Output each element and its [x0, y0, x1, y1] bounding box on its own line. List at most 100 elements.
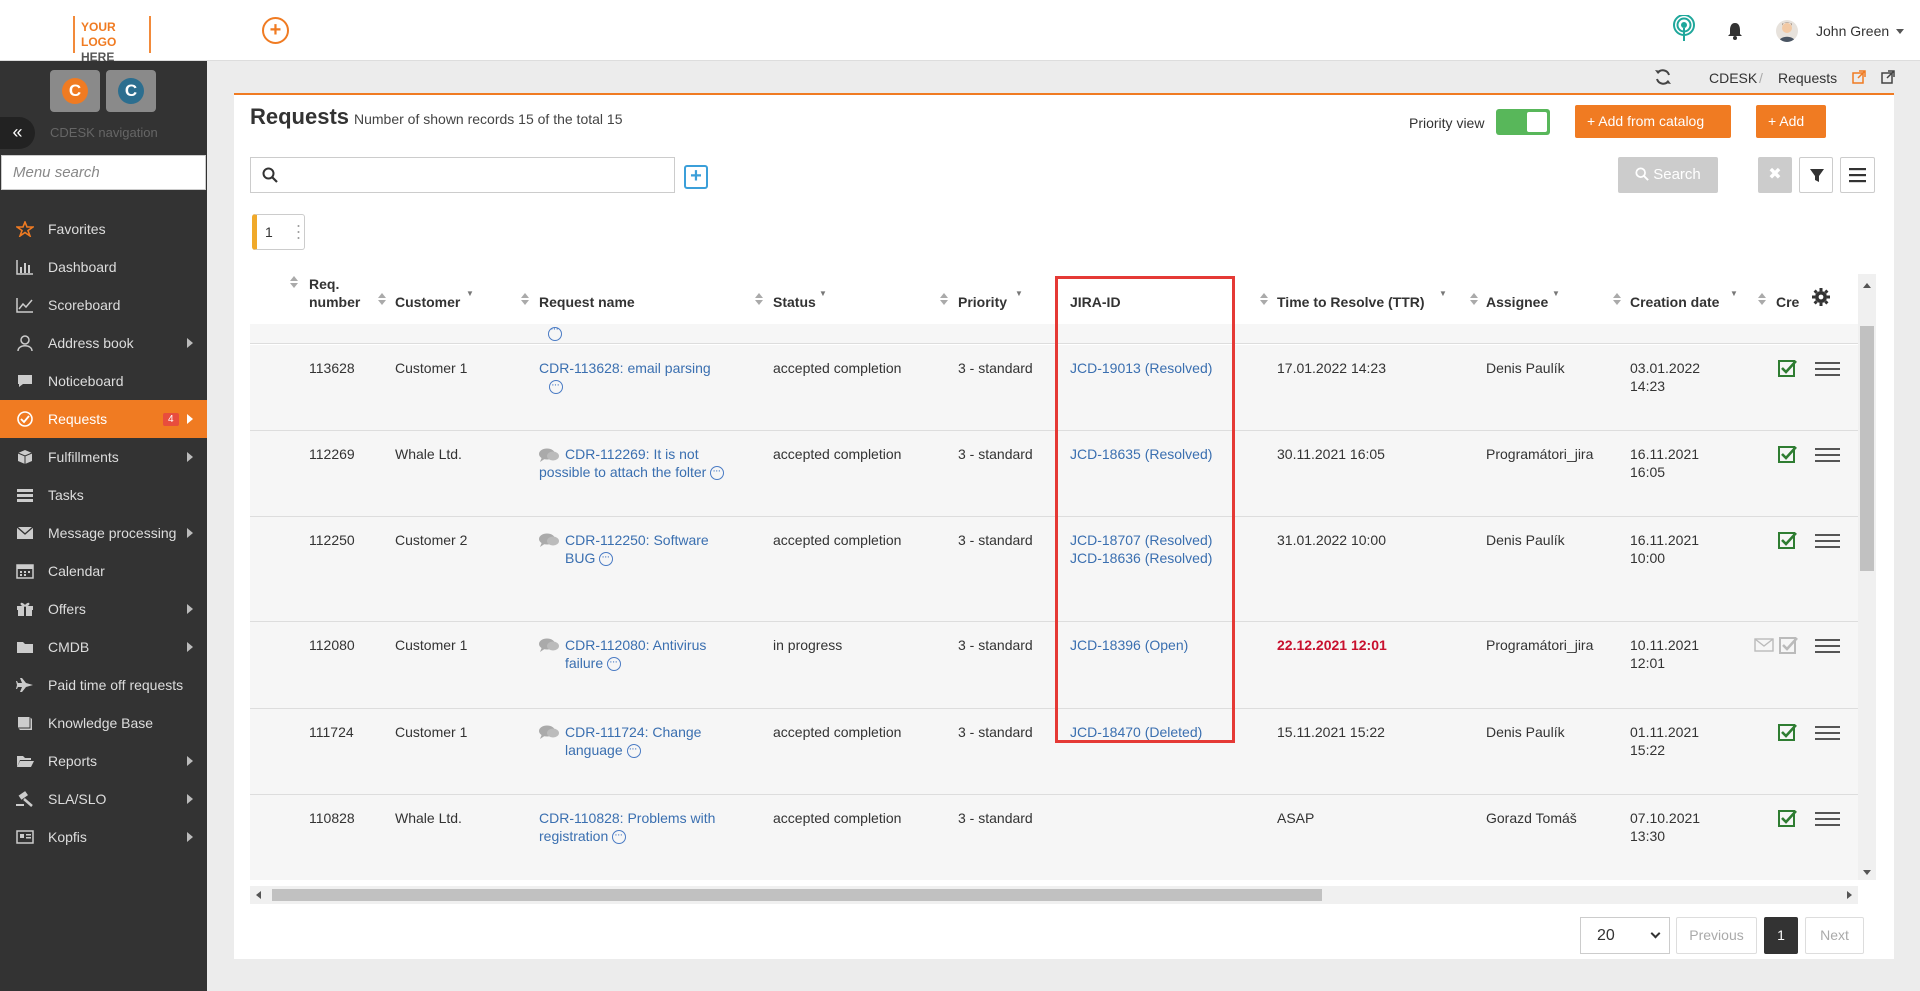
sidebar-item-favorites[interactable]: Favorites	[0, 210, 207, 248]
external-link-icon[interactable]	[1852, 70, 1866, 84]
more-options-icon[interactable]	[710, 462, 725, 481]
sidebar-item-message-processing[interactable]: Message processing	[0, 514, 207, 552]
sort-icon[interactable]	[290, 276, 298, 288]
add-from-catalog-button[interactable]: + Add from catalog	[1575, 105, 1731, 138]
priority-view-toggle[interactable]	[1496, 109, 1550, 135]
horizontal-scroll-thumb[interactable]	[272, 889, 1322, 901]
row-menu-icon[interactable]	[1815, 725, 1840, 741]
gear-icon[interactable]	[1812, 288, 1830, 306]
next-page-button[interactable]: Next	[1805, 917, 1864, 954]
comment-icon[interactable]	[539, 533, 559, 547]
scroll-left-icon[interactable]	[256, 891, 261, 899]
row-menu-icon[interactable]	[1815, 361, 1840, 377]
app-switch-secondary[interactable]: C	[106, 70, 156, 112]
row-menu-icon[interactable]	[1815, 533, 1840, 549]
row-menu-icon[interactable]	[1815, 638, 1840, 654]
clear-filter-button[interactable]: ✖	[1758, 157, 1792, 193]
scroll-down-icon[interactable]	[1863, 870, 1871, 875]
sort-icon[interactable]	[1613, 293, 1621, 305]
column-header-cre[interactable]: Cre	[1776, 293, 1801, 311]
quick-add-icon[interactable]: +	[262, 17, 289, 44]
sidebar-item-scoreboard[interactable]: Scoreboard	[0, 286, 207, 324]
column-header-ttr[interactable]: Time to Resolve (TTR)	[1277, 293, 1425, 311]
checked-checkbox-icon[interactable]	[1778, 359, 1797, 378]
horizontal-scrollbar[interactable]	[250, 886, 1858, 904]
filter-icon[interactable]: ▼	[1015, 289, 1023, 298]
sidebar-item-dashboard[interactable]: Dashboard	[0, 248, 207, 286]
checked-checkbox-icon[interactable]	[1778, 531, 1797, 550]
sidebar-item-calendar[interactable]: Calendar	[0, 552, 207, 590]
sidebar-item-requests[interactable]: Requests 4	[0, 400, 207, 438]
table-row[interactable]: 112080 Customer 1 CDR-112080: Antivirus …	[250, 622, 1858, 709]
column-header-request-name[interactable]: Request name	[539, 293, 635, 311]
vertical-scrollbar[interactable]	[1858, 274, 1876, 880]
filter-icon[interactable]: ▼	[819, 289, 827, 298]
table-row[interactable]: 110828 Whale Ltd. CDR-110828: Problems w…	[250, 795, 1858, 880]
sidebar-item-sla-slo[interactable]: SLA/SLO	[0, 780, 207, 818]
checked-checkbox-icon[interactable]	[1778, 723, 1797, 742]
row-menu-icon[interactable]	[1815, 811, 1840, 827]
row-menu-icon[interactable]	[1815, 447, 1840, 463]
column-header-assignee[interactable]: Assignee	[1486, 293, 1548, 311]
sort-icon[interactable]	[1260, 293, 1268, 305]
table-menu-button[interactable]	[1840, 157, 1875, 193]
company-logo[interactable]: YOUR LOGO HERE	[73, 16, 151, 64]
more-options-icon[interactable]	[549, 376, 563, 395]
more-options-icon[interactable]	[612, 826, 627, 845]
chevron-down-icon[interactable]	[1896, 29, 1904, 34]
more-options-icon[interactable]	[599, 548, 614, 567]
request-link[interactable]: CDR-112250: Software BUG	[565, 532, 709, 566]
search-button[interactable]: Search	[1618, 157, 1718, 193]
checked-checkbox-icon[interactable]	[1778, 809, 1797, 828]
column-header-req-number[interactable]: Req. number	[309, 275, 369, 311]
bell-icon[interactable]	[1727, 22, 1743, 40]
request-link[interactable]: CDR-112080: Antivirus failure	[565, 637, 706, 671]
previous-page-button[interactable]: Previous	[1676, 917, 1757, 954]
sidebar-item-noticeboard[interactable]: Noticeboard	[0, 362, 207, 400]
sort-icon[interactable]	[755, 293, 763, 305]
scroll-right-icon[interactable]	[1847, 891, 1852, 899]
vertical-scroll-thumb[interactable]	[1860, 326, 1874, 571]
checked-checkbox-icon[interactable]	[1778, 445, 1797, 464]
broadcast-icon[interactable]	[1672, 15, 1696, 43]
more-options-icon[interactable]	[607, 653, 622, 672]
filter-icon[interactable]: ▼	[1730, 289, 1738, 298]
sidebar-item-address-book[interactable]: Address book	[0, 324, 207, 362]
sidebar-item-fulfillments[interactable]: Fulfillments	[0, 438, 207, 476]
request-link[interactable]: CDR-113628: email parsing	[539, 360, 711, 376]
filter-icon[interactable]: ▼	[466, 289, 474, 298]
request-link[interactable]: CDR-112269: It is not possible to attach…	[539, 446, 706, 480]
comment-icon[interactable]	[539, 725, 559, 739]
menu-search-input[interactable]: Menu search	[1, 155, 206, 190]
sort-icon[interactable]	[521, 293, 529, 305]
sort-icon[interactable]	[1758, 293, 1766, 305]
page-size-select[interactable]: 20	[1580, 917, 1670, 954]
refresh-icon[interactable]	[1654, 68, 1672, 86]
scroll-up-icon[interactable]	[1863, 283, 1871, 288]
saved-view-tab[interactable]: 1	[252, 214, 305, 250]
add-filter-icon[interactable]: +	[684, 165, 708, 189]
request-link[interactable]: CDR-110828: Problems with registration	[539, 810, 715, 844]
sidebar-item-kopfis[interactable]: Kopfis	[0, 818, 207, 856]
sidebar-item-cmdb[interactable]: CMDB	[0, 628, 207, 666]
user-name[interactable]: John Green	[1816, 23, 1889, 39]
table-row[interactable]: 112269 Whale Ltd. CDR-112269: It is not …	[250, 431, 1858, 517]
filter-icon[interactable]: ▼	[1439, 289, 1447, 298]
column-header-status[interactable]: Status	[773, 293, 816, 311]
comment-icon[interactable]	[539, 638, 559, 652]
sidebar-item-tasks[interactable]: Tasks	[0, 476, 207, 514]
sidebar-item-paid-time-off[interactable]: Paid time off requests	[0, 666, 207, 704]
comment-icon[interactable]	[539, 448, 559, 463]
column-header-customer[interactable]: Customer	[395, 293, 460, 311]
open-new-window-icon[interactable]	[1881, 70, 1895, 84]
more-options-icon[interactable]	[626, 740, 641, 759]
sort-icon[interactable]	[1470, 293, 1478, 305]
sidebar-item-offers[interactable]: Offers	[0, 590, 207, 628]
sort-icon[interactable]	[940, 293, 948, 305]
app-switch-cdesk[interactable]: C	[50, 70, 100, 112]
envelope-icon[interactable]	[1754, 637, 1774, 653]
search-input[interactable]	[250, 157, 675, 193]
filter-icon[interactable]: ▼	[1552, 289, 1560, 298]
sidebar-item-reports[interactable]: Reports	[0, 742, 207, 780]
column-header-creation-date[interactable]: Creation date	[1630, 293, 1719, 311]
